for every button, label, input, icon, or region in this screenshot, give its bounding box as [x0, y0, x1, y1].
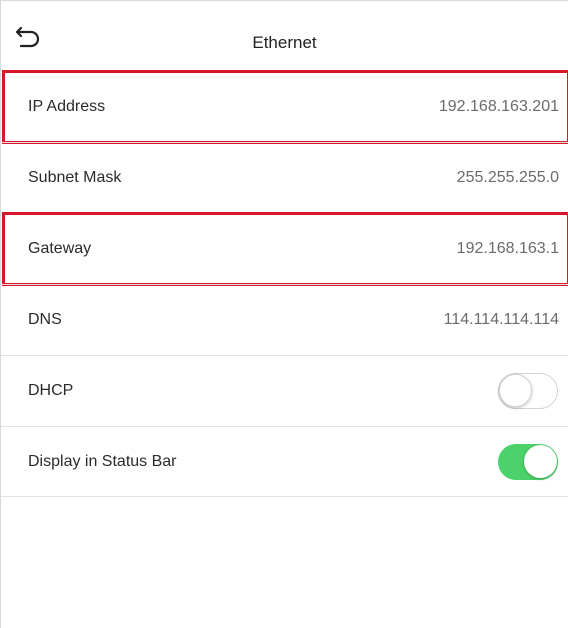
display-status-bar-toggle[interactable] — [498, 443, 558, 480]
display-status-bar-row: Display in Status Bar — [1, 426, 568, 497]
dhcp-label: DHCP — [28, 382, 74, 399]
page-title: Ethernet — [252, 33, 317, 52]
settings-list: IP Address 192.168.163.201 Subnet Mask 2… — [1, 70, 568, 497]
ip-address-label: IP Address — [28, 98, 106, 115]
gateway-label: Gateway — [28, 240, 92, 257]
dns-value: 114.114.114.114 — [443, 311, 559, 328]
gateway-value: 192.168.163.1 — [456, 240, 559, 257]
gateway-row[interactable]: Gateway 192.168.163.1 — [1, 212, 568, 286]
subnet-mask-value: 255.255.255.0 — [456, 169, 559, 186]
dhcp-row: DHCP — [1, 355, 568, 426]
subnet-mask-row[interactable]: Subnet Mask 255.255.255.0 — [1, 142, 568, 213]
dns-row[interactable]: DNS 114.114.114.114 — [1, 284, 568, 355]
display-status-bar-label: Display in Status Bar — [28, 452, 177, 470]
toggle-knob — [499, 374, 532, 407]
ethernet-settings-screen: Ethernet IP Address 192.168.163.201 Subn… — [0, 0, 568, 628]
header: Ethernet — [1, 1, 568, 71]
toggle-knob — [524, 444, 557, 478]
subnet-mask-label: Subnet Mask — [28, 169, 122, 186]
dns-label: DNS — [28, 311, 62, 328]
dhcp-toggle[interactable] — [498, 373, 558, 409]
ip-address-value: 192.168.163.201 — [438, 98, 559, 115]
ip-address-row[interactable]: IP Address 192.168.163.201 — [1, 70, 568, 144]
